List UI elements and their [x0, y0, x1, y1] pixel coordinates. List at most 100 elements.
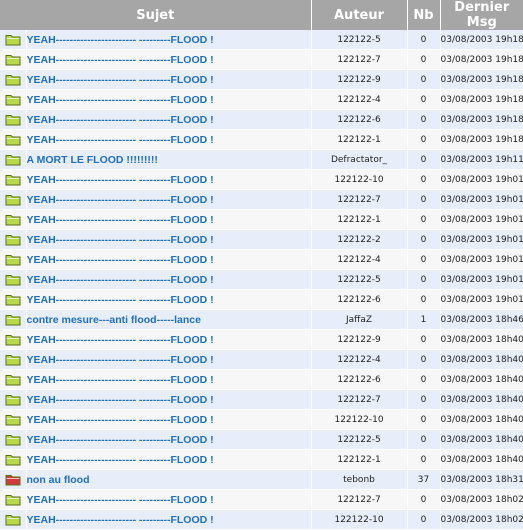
topic-author[interactable]: 122122-10 — [311, 409, 408, 430]
topic-link[interactable]: YEAH----------------------- ---------FLO… — [27, 94, 214, 106]
topic-last-message-date[interactable]: 03/08/2003 19h18 — [440, 129, 523, 150]
topic-last-message-date[interactable]: 03/08/2003 18h40 — [440, 389, 523, 410]
topic-last-message-date[interactable]: 03/08/2003 18h40 — [440, 429, 523, 450]
topic-link[interactable]: YEAH----------------------- ---------FLO… — [27, 294, 214, 306]
topic-last-message-date[interactable]: 03/08/2003 18h40 — [440, 409, 523, 430]
topic-link[interactable]: YEAH----------------------- ---------FLO… — [27, 34, 214, 46]
topic-link[interactable]: YEAH----------------------- ---------FLO… — [27, 414, 214, 426]
topic-author[interactable]: 122122-7 — [311, 189, 408, 210]
topic-author[interactable]: 122122-10 — [311, 169, 408, 190]
topic-link[interactable]: YEAH----------------------- ---------FLO… — [27, 114, 214, 126]
topic-status-cell — [0, 89, 27, 110]
topic-link[interactable]: YEAH----------------------- ---------FLO… — [27, 194, 214, 206]
topic-reply-count: 37 — [407, 469, 441, 490]
topic-link[interactable]: YEAH----------------------- ---------FLO… — [27, 74, 214, 86]
topic-status-cell — [0, 129, 27, 150]
topic-link[interactable]: YEAH----------------------- ---------FLO… — [27, 514, 214, 526]
topic-author[interactable]: tebonb — [311, 469, 408, 490]
topic-author[interactable]: JaffaZ — [311, 309, 408, 330]
topic-subject-cell: YEAH----------------------- ---------FLO… — [26, 389, 312, 410]
topic-last-message-date[interactable]: 03/08/2003 19h18 — [440, 30, 523, 50]
topic-link[interactable]: YEAH----------------------- ---------FLO… — [27, 434, 214, 446]
topic-last-message-date[interactable]: 03/08/2003 19h18 — [440, 109, 523, 130]
topic-last-message-date[interactable]: 03/08/2003 19h01 — [440, 189, 523, 210]
topic-link[interactable]: YEAH----------------------- ---------FLO… — [27, 274, 214, 286]
table-row: YEAH----------------------- ---------FLO… — [0, 369, 523, 390]
topic-author[interactable]: 122122-7 — [311, 389, 408, 410]
topic-last-message-date[interactable]: 03/08/2003 19h01 — [440, 289, 523, 310]
topic-link[interactable]: YEAH----------------------- ---------FLO… — [27, 454, 214, 466]
topic-reply-count: 1 — [407, 309, 441, 330]
topic-author[interactable]: 122122-9 — [311, 329, 408, 350]
topic-last-message-date[interactable]: 03/08/2003 19h01 — [440, 169, 523, 190]
topic-author[interactable]: 122122-1 — [311, 449, 408, 470]
table-row: YEAH----------------------- ---------FLO… — [0, 289, 523, 310]
topic-status-cell — [0, 249, 27, 270]
topic-subject-cell: YEAH----------------------- ---------FLO… — [26, 369, 312, 390]
topic-last-message-date[interactable]: 03/08/2003 19h18 — [440, 69, 523, 90]
topic-status-cell — [0, 49, 27, 70]
topic-last-message-date[interactable]: 03/08/2003 18h31 — [440, 469, 523, 490]
column-header-subject[interactable]: Sujet — [0, 0, 312, 30]
topic-link[interactable]: non au flood — [27, 474, 90, 486]
table-row: YEAH----------------------- ---------FLO… — [0, 49, 523, 70]
topic-status-cell — [0, 409, 27, 430]
topic-author[interactable]: 122122-4 — [311, 249, 408, 270]
topic-author[interactable]: 122122-6 — [311, 289, 408, 310]
topic-link[interactable]: YEAH----------------------- ---------FLO… — [27, 234, 214, 246]
topic-author[interactable]: 122122-5 — [311, 269, 408, 290]
topic-link[interactable]: YEAH----------------------- ---------FLO… — [27, 354, 214, 366]
table-row: YEAH----------------------- ---------FLO… — [0, 229, 523, 250]
topic-last-message-date[interactable]: 03/08/2003 19h11 — [440, 149, 523, 170]
topic-last-message-date[interactable]: 03/08/2003 18h40 — [440, 329, 523, 350]
topic-subject-cell: YEAH----------------------- ---------FLO… — [26, 409, 312, 430]
topic-link[interactable]: YEAH----------------------- ---------FLO… — [27, 394, 214, 406]
topic-reply-count: 0 — [407, 69, 441, 90]
column-header-author[interactable]: Auteur — [311, 0, 408, 30]
topic-last-message-date[interactable]: 03/08/2003 18h02 — [440, 509, 523, 530]
topic-author[interactable]: 122122-2 — [311, 229, 408, 250]
topic-author[interactable]: 122122-1 — [311, 209, 408, 230]
topic-author[interactable]: Defractator_ — [311, 149, 408, 170]
topic-author[interactable]: 122122-7 — [311, 489, 408, 510]
folder-icon — [5, 175, 21, 186]
topic-last-message-date[interactable]: 03/08/2003 18h02 — [440, 489, 523, 510]
topic-last-message-date[interactable]: 03/08/2003 18h40 — [440, 449, 523, 470]
topic-last-message-date[interactable]: 03/08/2003 19h01 — [440, 209, 523, 230]
topic-author[interactable]: 122122-5 — [311, 30, 408, 50]
topic-link[interactable]: YEAH----------------------- ---------FLO… — [27, 134, 214, 146]
topic-link[interactable]: YEAH----------------------- ---------FLO… — [27, 334, 214, 346]
topic-last-message-date[interactable]: 03/08/2003 19h01 — [440, 229, 523, 250]
topic-last-message-date[interactable]: 03/08/2003 19h01 — [440, 269, 523, 290]
topic-last-message-date[interactable]: 03/08/2003 18h46 — [440, 309, 523, 330]
topic-link[interactable]: YEAH----------------------- ---------FLO… — [27, 494, 214, 506]
topic-author[interactable]: 122122-6 — [311, 369, 408, 390]
topic-reply-count: 0 — [407, 329, 441, 350]
topic-author[interactable]: 122122-10 — [311, 509, 408, 530]
column-header-count[interactable]: Nb — [407, 0, 441, 30]
topic-last-message-date[interactable]: 03/08/2003 18h40 — [440, 369, 523, 390]
topic-link[interactable]: YEAH----------------------- ---------FLO… — [27, 54, 214, 66]
topic-last-message-date[interactable]: 03/08/2003 19h18 — [440, 49, 523, 70]
folder-icon — [5, 155, 21, 166]
folder-icon — [5, 415, 21, 426]
topic-author[interactable]: 122122-4 — [311, 349, 408, 370]
topic-link[interactable]: contre mesure---anti flood-----lance — [27, 314, 201, 326]
topic-last-message-date[interactable]: 03/08/2003 18h40 — [440, 349, 523, 370]
topic-link[interactable]: YEAH----------------------- ---------FLO… — [27, 254, 214, 266]
topic-author[interactable]: 122122-4 — [311, 89, 408, 110]
topic-link[interactable]: YEAH----------------------- ---------FLO… — [27, 214, 214, 226]
topic-author[interactable]: 122122-5 — [311, 429, 408, 450]
topic-author[interactable]: 122122-6 — [311, 109, 408, 130]
topic-last-message-date[interactable]: 03/08/2003 19h01 — [440, 249, 523, 270]
column-header-last-message[interactable]: Dernier Msg — [440, 0, 523, 30]
topic-author[interactable]: 122122-7 — [311, 49, 408, 70]
topic-link[interactable]: A MORT LE FLOOD !!!!!!!!! — [27, 154, 158, 166]
topic-last-message-date[interactable]: 03/08/2003 19h18 — [440, 89, 523, 110]
topic-author[interactable]: 122122-1 — [311, 129, 408, 150]
folder-icon — [5, 135, 21, 146]
folder-icon — [5, 235, 21, 246]
topic-link[interactable]: YEAH----------------------- ---------FLO… — [27, 174, 214, 186]
topic-author[interactable]: 122122-9 — [311, 69, 408, 90]
topic-link[interactable]: YEAH----------------------- ---------FLO… — [27, 374, 214, 386]
